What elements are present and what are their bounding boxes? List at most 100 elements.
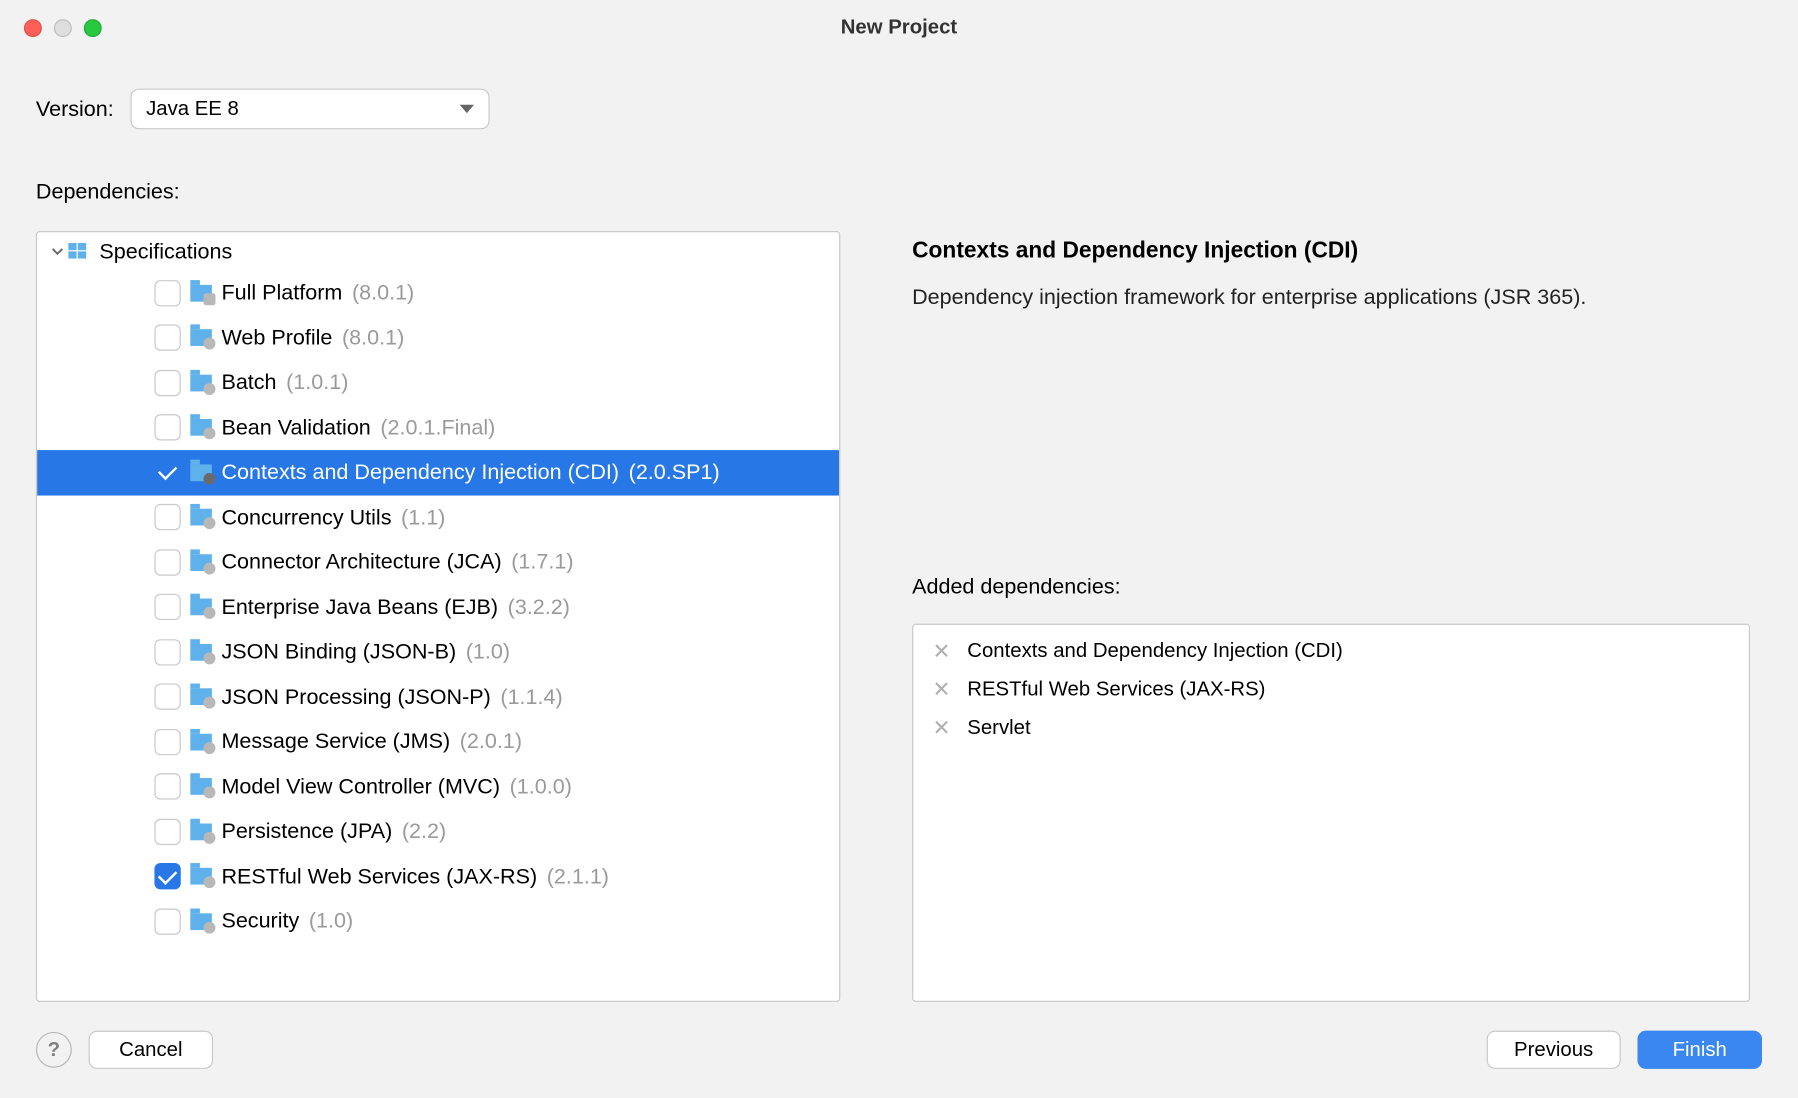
dependency-checkbox[interactable] xyxy=(154,729,180,755)
dependency-name: Bean Validation xyxy=(221,415,370,440)
dependency-checkbox[interactable] xyxy=(154,280,180,306)
dependencies-tree-scroll[interactable]: Specifications Full Platform (8.0.1) Web P… xyxy=(37,232,839,1000)
detail-title: Contexts and Dependency Injection (CDI) xyxy=(912,238,1750,264)
dependency-checkbox[interactable] xyxy=(154,594,180,620)
tree-item[interactable]: Contexts and Dependency Injection (CDI) (… xyxy=(37,450,839,495)
dependency-checkbox[interactable] xyxy=(154,414,180,440)
added-dependency-name: Servlet xyxy=(967,716,1030,740)
folder-icon xyxy=(190,868,212,885)
tree-item[interactable]: Persistence (JPA)(2.2) xyxy=(37,809,839,854)
dialog-footer: ? Cancel Previous Finish xyxy=(0,1002,1798,1098)
folder-icon xyxy=(190,329,212,346)
added-dependency-item: ✕ Contexts and Dependency Injection (CDI) xyxy=(932,639,1729,663)
folder-icon xyxy=(190,285,212,302)
dependency-checkbox[interactable] xyxy=(154,774,180,800)
dependency-name: Persistence (JPA) xyxy=(221,819,392,844)
dependencies-label: Dependencies: xyxy=(36,180,1762,205)
dependency-checkbox[interactable] xyxy=(154,370,180,396)
new-project-dialog: New Project Version: Java EE 8 Dependenc… xyxy=(0,0,1798,1098)
dependency-checkbox[interactable] xyxy=(154,459,180,485)
folder-icon xyxy=(190,689,212,706)
dependency-version: (2.0.1.Final) xyxy=(380,415,495,440)
dependency-name: RESTful Web Services (JAX-RS) xyxy=(221,864,537,889)
dependency-checkbox[interactable] xyxy=(154,684,180,710)
tree-item[interactable]: Enterprise Java Beans (EJB) (3.2.2) xyxy=(37,585,839,630)
dependency-name: Enterprise Java Beans (EJB) xyxy=(221,595,498,620)
tree-item[interactable]: JSON Binding (JSON-B) (1.0) xyxy=(37,630,839,675)
tree-item[interactable]: Security (1.0) xyxy=(37,899,839,944)
dependency-name: Security xyxy=(221,909,299,934)
folder-icon xyxy=(190,913,212,930)
folder-icon xyxy=(190,599,212,616)
dependency-name: Batch xyxy=(221,370,276,395)
tree-item[interactable]: Model View Controller (MVC) (1.0.0) xyxy=(37,764,839,809)
added-dependency-name: RESTful Web Services (JAX-RS) xyxy=(967,678,1265,702)
dependency-checkbox[interactable] xyxy=(154,908,180,934)
dependency-name: Model View Controller (MVC) xyxy=(221,774,500,799)
version-select[interactable]: Java EE 8 xyxy=(131,89,490,130)
dependencies-tree: Specifications Full Platform (8.0.1) Web P… xyxy=(36,231,840,1002)
version-value: Java EE 8 xyxy=(146,97,239,121)
added-dependency-name: Contexts and Dependency Injection (CDI) xyxy=(967,639,1343,663)
dependency-version: (8.0.1) xyxy=(352,280,414,305)
window-title: New Project xyxy=(0,16,1798,40)
folder-icon xyxy=(190,778,212,795)
added-dependencies-list: ✕ Contexts and Dependency Injection (CDI)… xyxy=(912,624,1750,1002)
dependency-checkbox[interactable] xyxy=(154,639,180,665)
folder-icon xyxy=(71,243,93,260)
previous-button[interactable]: Previous xyxy=(1487,1031,1621,1069)
folder-icon xyxy=(190,374,212,391)
dependency-name: Contexts and Dependency Injection (CDI) xyxy=(221,460,619,485)
cancel-button[interactable]: Cancel xyxy=(89,1031,213,1069)
remove-icon[interactable]: ✕ xyxy=(932,640,950,662)
dependency-version: (2.0.1) xyxy=(460,729,522,754)
tree-item[interactable]: Message Service (JMS) (2.0.1) xyxy=(37,719,839,764)
dependency-name: JSON Processing (JSON-P) xyxy=(221,684,490,709)
tree-item[interactable]: Batch (1.0.1) xyxy=(37,360,839,405)
tree-root-specifications[interactable]: Specifications xyxy=(37,232,839,270)
dependency-checkbox[interactable] xyxy=(154,863,180,889)
titlebar: New Project xyxy=(0,0,1798,55)
remove-icon[interactable]: ✕ xyxy=(932,717,950,739)
tree-item[interactable]: Web Profile(8.0.1) xyxy=(37,315,839,360)
dependency-checkbox[interactable] xyxy=(154,818,180,844)
dependency-name: Message Service (JMS) xyxy=(221,729,450,754)
tree-item[interactable]: Connector Architecture (JCA)(1.7.1) xyxy=(37,540,839,585)
dependency-name: Full Platform xyxy=(221,280,342,305)
dependency-version: (1.1.4) xyxy=(500,684,562,709)
added-dependency-item: ✕ RESTful Web Services (JAX-RS) xyxy=(932,678,1729,702)
dependency-name: Concurrency Utils xyxy=(221,505,391,530)
dependency-version: (3.2.2) xyxy=(508,595,570,620)
folder-icon xyxy=(190,823,212,840)
tree-item[interactable]: RESTful Web Services (JAX-RS) (2.1.1) xyxy=(37,854,839,899)
finish-button[interactable]: Finish xyxy=(1637,1031,1761,1069)
version-label: Version: xyxy=(36,96,114,121)
folder-icon xyxy=(190,733,212,750)
tree-root-label: Specifications xyxy=(99,239,232,264)
dependency-name: Web Profile xyxy=(221,325,332,350)
folder-icon xyxy=(190,644,212,661)
dependency-name: JSON Binding (JSON-B) xyxy=(221,639,456,664)
dependency-version: (1.1) xyxy=(401,505,445,530)
dependency-checkbox[interactable] xyxy=(154,325,180,351)
tree-item[interactable]: Bean Validation (2.0.1.Final) xyxy=(37,405,839,450)
dependency-version: (1.0.0) xyxy=(510,774,572,799)
folder-icon xyxy=(190,509,212,526)
help-button[interactable]: ? xyxy=(36,1032,72,1068)
tree-item[interactable]: Full Platform (8.0.1) xyxy=(37,271,839,316)
dependency-version: (2.0.SP1) xyxy=(629,460,720,485)
dependency-checkbox[interactable] xyxy=(154,549,180,575)
chevron-down-icon xyxy=(51,245,63,257)
chevron-down-icon xyxy=(460,105,474,113)
dependency-version: (1.0.1) xyxy=(286,370,348,395)
tree-item[interactable]: JSON Processing (JSON-P) (1.1.4) xyxy=(37,675,839,720)
added-dependency-item: ✕ Servlet xyxy=(932,716,1729,740)
dependency-version: (1.0) xyxy=(309,909,353,934)
dependency-version: (1.0) xyxy=(466,639,510,664)
added-dependencies-label: Added dependencies: xyxy=(912,575,1750,600)
folder-icon xyxy=(190,419,212,436)
dependency-checkbox[interactable] xyxy=(154,504,180,530)
tree-item[interactable]: Concurrency Utils (1.1) xyxy=(37,495,839,540)
remove-icon[interactable]: ✕ xyxy=(932,679,950,701)
dependency-version: (2.1.1) xyxy=(547,864,609,889)
